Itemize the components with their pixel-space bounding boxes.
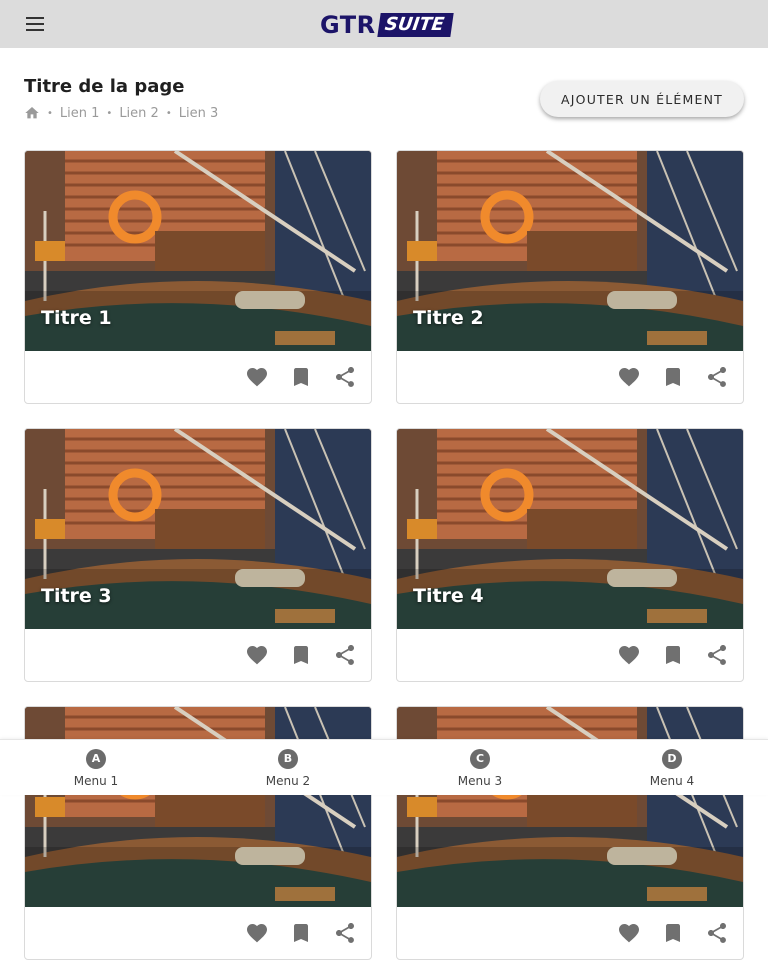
bookmark-icon[interactable] bbox=[661, 365, 685, 389]
breadcrumb-separator: • bbox=[47, 107, 53, 119]
card[interactable]: Titre 1 bbox=[24, 150, 372, 404]
bookmark-icon[interactable] bbox=[289, 365, 313, 389]
add-item-button[interactable]: AJOUTER UN ÉLÉMENT bbox=[540, 81, 744, 117]
bookmark-icon[interactable] bbox=[661, 921, 685, 945]
heart-icon[interactable] bbox=[245, 921, 269, 945]
breadcrumb-separator: • bbox=[165, 107, 172, 119]
heart-icon[interactable] bbox=[617, 643, 641, 667]
nav-label: Menu 2 bbox=[265, 774, 311, 788]
share-icon[interactable] bbox=[333, 365, 357, 389]
card-title: Titre 2 bbox=[413, 307, 484, 329]
card-image bbox=[397, 707, 743, 907]
card-image bbox=[25, 707, 371, 907]
breadcrumb-link-3[interactable]: Lien 3 bbox=[179, 106, 219, 121]
app-logo: GTR SUITE bbox=[320, 11, 454, 39]
nav-item-menu-3[interactable]: C Menu 3 bbox=[384, 740, 576, 796]
nav-item-menu-2[interactable]: B Menu 2 bbox=[192, 740, 384, 796]
nav-label: Menu 3 bbox=[457, 774, 503, 788]
breadcrumb-link-1[interactable]: Lien 1 bbox=[60, 106, 100, 121]
logo-text: GTR bbox=[320, 11, 376, 39]
nav-badge-a-icon: A bbox=[86, 749, 106, 769]
card-title: Titre 3 bbox=[41, 585, 112, 607]
nav-badge-b-icon: B bbox=[278, 749, 298, 769]
nav-label: Menu 4 bbox=[649, 774, 695, 788]
card-actions bbox=[397, 629, 743, 681]
top-app-bar: GTR SUITE bbox=[0, 0, 768, 48]
breadcrumb: • Lien 1 • Lien 2 • Lien 3 bbox=[24, 105, 218, 121]
hamburger-menu-icon[interactable] bbox=[24, 14, 48, 34]
bookmark-icon[interactable] bbox=[289, 921, 313, 945]
card[interactable]: Titre 2 bbox=[396, 150, 744, 404]
breadcrumb-link-2[interactable]: Lien 2 bbox=[119, 106, 159, 121]
home-icon[interactable] bbox=[24, 105, 40, 121]
logo-badge: SUITE bbox=[376, 13, 454, 37]
breadcrumb-separator: • bbox=[106, 107, 113, 119]
share-icon[interactable] bbox=[333, 921, 357, 945]
card-actions bbox=[25, 907, 371, 959]
card-title: Titre 4 bbox=[413, 585, 484, 607]
nav-item-menu-1[interactable]: A Menu 1 bbox=[0, 740, 192, 796]
bookmark-icon[interactable] bbox=[289, 643, 313, 667]
share-icon[interactable] bbox=[705, 643, 729, 667]
nav-badge-d-icon: D bbox=[662, 749, 682, 769]
heart-icon[interactable] bbox=[245, 365, 269, 389]
card-actions bbox=[25, 351, 371, 403]
card-title: Titre 1 bbox=[41, 307, 112, 329]
nav-badge-c-icon: C bbox=[470, 749, 490, 769]
share-icon[interactable] bbox=[705, 921, 729, 945]
heart-icon[interactable] bbox=[617, 921, 641, 945]
share-icon[interactable] bbox=[333, 643, 357, 667]
bookmark-icon[interactable] bbox=[661, 643, 685, 667]
share-icon[interactable] bbox=[705, 365, 729, 389]
heart-icon[interactable] bbox=[245, 643, 269, 667]
heart-icon[interactable] bbox=[617, 365, 641, 389]
card-actions bbox=[397, 351, 743, 403]
nav-label: Menu 1 bbox=[73, 774, 119, 788]
card[interactable]: Titre 4 bbox=[396, 428, 744, 682]
card-actions bbox=[397, 907, 743, 959]
card[interactable]: Titre 3 bbox=[24, 428, 372, 682]
nav-item-menu-4[interactable]: D Menu 4 bbox=[576, 740, 768, 796]
page-title: Titre de la page bbox=[24, 76, 185, 97]
bottom-navigation: A Menu 1 B Menu 2 C Menu 3 D Menu 4 bbox=[0, 739, 768, 795]
card-actions bbox=[25, 629, 371, 681]
